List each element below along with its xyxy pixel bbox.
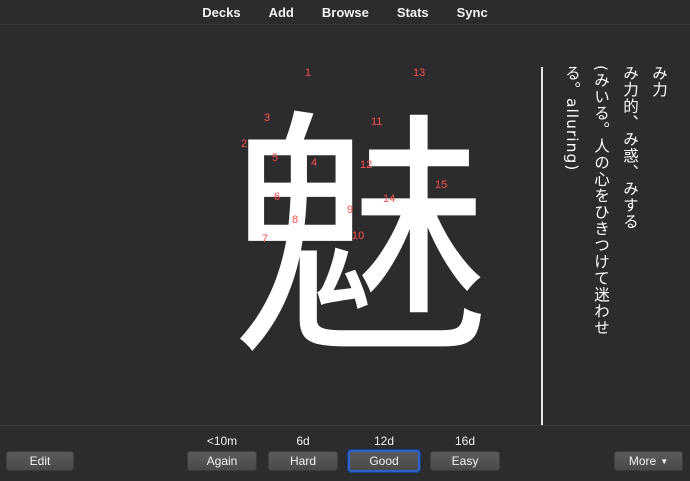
answer-bar: <10m 6d 12d 16d Edit Again Hard Good Eas… xyxy=(0,426,690,481)
top-nav: Decks Add Browse Stats Sync xyxy=(0,0,690,24)
stroke-number: 2 xyxy=(241,138,247,150)
stroke-number: 8 xyxy=(292,214,298,226)
easy-interval: 16d xyxy=(454,434,476,448)
nav-add[interactable]: Add xyxy=(255,5,308,20)
review-screen: Decks Add Browse Stats Sync 魅 1 2 3 4 5 … xyxy=(0,0,690,481)
nav-stats[interactable]: Stats xyxy=(383,5,443,20)
stroke-number: 13 xyxy=(413,67,425,79)
edit-button[interactable]: Edit xyxy=(6,451,74,471)
stroke-number: 7 xyxy=(262,233,268,245)
again-interval: <10m xyxy=(206,434,238,448)
stroke-number: 14 xyxy=(383,193,395,205)
reading-line-2: み力的、み惑、みする xyxy=(621,65,639,230)
caret-down-icon: ▼ xyxy=(660,456,669,466)
stroke-number: 4 xyxy=(311,157,317,169)
stroke-number: 11 xyxy=(371,116,382,128)
stroke-number: 5 xyxy=(272,152,278,164)
reading-line-3: (みいる。人の心をひきつけて迷わせ xyxy=(592,65,610,337)
hard-button[interactable]: Hard xyxy=(268,451,338,471)
stroke-number: 3 xyxy=(264,112,270,124)
good-interval: 12d xyxy=(373,434,395,448)
hard-interval: 6d xyxy=(296,434,310,448)
stroke-number: 12 xyxy=(360,159,372,171)
reading-line-1: み力 xyxy=(650,65,668,98)
more-button[interactable]: More ▼ xyxy=(614,451,683,471)
stroke-number: 1 xyxy=(305,67,311,79)
reading-divider xyxy=(541,67,543,433)
nav-browse[interactable]: Browse xyxy=(308,5,383,20)
nav-sync[interactable]: Sync xyxy=(443,5,502,20)
card-area: 魅 1 2 3 4 5 6 7 8 9 10 11 12 13 14 15 み力… xyxy=(0,25,690,433)
reading-line-4: る。alluring) xyxy=(563,65,581,172)
stroke-number: 10 xyxy=(352,230,364,242)
good-button[interactable]: Good xyxy=(348,450,420,472)
stroke-number: 9 xyxy=(347,204,353,216)
again-button[interactable]: Again xyxy=(187,451,257,471)
nav-decks[interactable]: Decks xyxy=(188,5,254,20)
stroke-number: 6 xyxy=(274,191,280,203)
easy-button[interactable]: Easy xyxy=(430,451,500,471)
kanji-stroke-diagram: 魅 1 2 3 4 5 6 7 8 9 10 11 12 13 14 15 xyxy=(230,67,490,375)
stroke-number: 15 xyxy=(435,179,447,191)
more-label: More xyxy=(628,454,657,468)
